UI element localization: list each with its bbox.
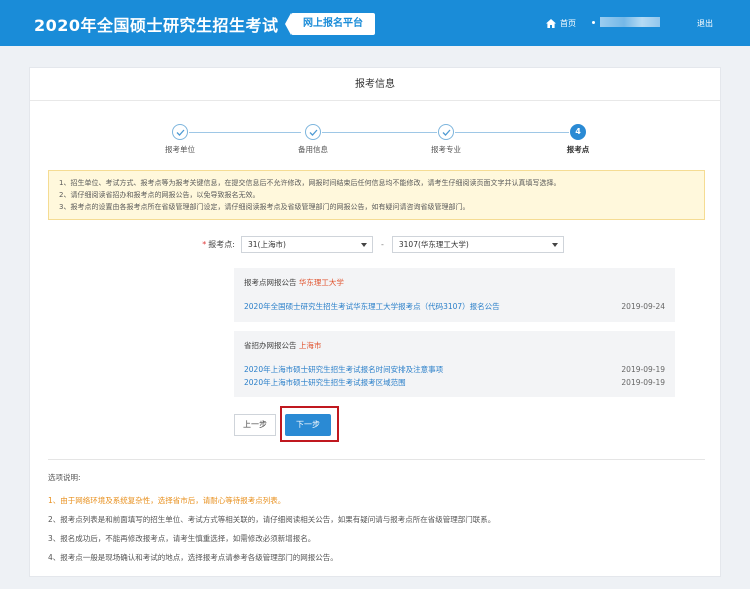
required-mark: * — [202, 240, 207, 249]
note-item: 4、报考点一般是现场确认和考试的地点，选择报考点请参考各级管理部门的网报公告。 — [48, 553, 338, 562]
step-label: 报考点 — [566, 145, 590, 154]
step-label: 报考单位 — [165, 145, 195, 154]
province-select-value: 31(上海市) — [248, 240, 286, 249]
page-title: 报考信息 — [30, 68, 720, 101]
home-icon — [546, 19, 556, 28]
note-item: 1、由于网络环境及系统复杂性，选择省市后，请耐心等待报考点列表。 — [48, 496, 286, 505]
separator: - — [381, 240, 384, 249]
top-header: 2020年全国硕士研究生招生考试 网上报名平台 首页 退出 — [0, 0, 750, 46]
exam-site-form-row: * 报考点: 31(上海市) - 3107(华东理工大学) — [187, 236, 564, 253]
site-announcement-panel: 报考点网报公告 华东理工大学 2020年全国硕士研究生招生考试华东理工大学报考点… — [234, 268, 675, 322]
notes-title: 选项说明: — [48, 473, 81, 482]
notice-line: 1、招生单位、考试方式、报考点等为报考关键信息，在提交信息后不允许修改，网报时间… — [59, 179, 561, 187]
announcement-link[interactable]: 2020年上海市硕士研究生招生考试报名时间安排及注意事项 — [244, 363, 443, 376]
announcement-row: 2020年上海市硕士研究生招生考试报考区域范围 2019-09-19 — [244, 376, 665, 389]
exam-site-select-value: 3107(华东理工大学) — [398, 240, 469, 249]
option-notes: 选项说明: 1、由于网络环境及系统复杂性，选择省市后，请耐心等待报考点列表。 2… — [48, 472, 708, 567]
note-item: 3、报名成功后，不能再修改报考点，请考生慎重选择，如需修改必须新增报名。 — [48, 534, 316, 543]
home-link[interactable]: 首页 — [546, 18, 576, 29]
logout-link[interactable]: 退出 — [697, 18, 713, 29]
announcement-row: 2020年上海市硕士研究生招生考试报名时间安排及注意事项 2019-09-19 — [244, 363, 665, 376]
next-step-button[interactable]: 下一步 — [285, 414, 331, 436]
user-dot-icon — [592, 20, 595, 24]
step-2: 备用信息 — [283, 124, 343, 155]
notice-line: 3、报考点的设置由各报考点所在省级管理部门设定，请仔细阅读报考点及省级管理部门的… — [59, 203, 470, 211]
step-4: 4 报考点 — [548, 124, 608, 155]
announcement-date: 2019-09-24 — [621, 302, 665, 311]
check-icon — [438, 124, 454, 140]
platform-badge: 网上报名平台 — [285, 13, 375, 35]
step-label: 报考专业 — [431, 145, 461, 154]
panel-heading: 省招办网报公告 上海市 — [244, 341, 322, 350]
notice-line: 2、请仔细阅读省招办和报考点的网报公告，以免导致报名无效。 — [59, 191, 260, 199]
province-announcement-panel: 省招办网报公告 上海市 2020年上海市硕士研究生招生考试报名时间安排及注意事项… — [234, 331, 675, 397]
user-info — [592, 17, 660, 27]
user-name-blurred — [600, 17, 660, 27]
progress-stepper: 报考单位 备用信息 报考专业 4 报考点 — [30, 124, 720, 164]
step-number-badge: 4 — [570, 124, 586, 140]
check-icon — [172, 124, 188, 140]
home-label: 首页 — [560, 19, 576, 28]
site-title: 2020年全国硕士研究生招生考试 — [34, 16, 279, 35]
panel-heading: 报考点网报公告 华东理工大学 — [244, 278, 344, 287]
step-1: 报考单位 — [150, 124, 210, 155]
exam-site-select[interactable]: 3107(华东理工大学) — [391, 236, 564, 253]
note-item: 2、报考点列表是和前面填写的招生单位、考试方式等相关联的，请仔细阅读相关公告，如… — [48, 515, 496, 524]
check-icon — [305, 124, 321, 140]
divider — [48, 459, 705, 460]
step-label: 备用信息 — [298, 145, 328, 154]
province-select[interactable]: 31(上海市) — [241, 236, 373, 253]
announcement-date: 2019-09-19 — [621, 378, 665, 387]
chevron-down-icon — [361, 243, 367, 247]
step-3: 报考专业 — [416, 124, 476, 155]
chevron-down-icon — [551, 243, 558, 247]
announcement-link[interactable]: 2020年全国硕士研究生招生考试华东理工大学报考点（代码3107）报名公告 — [244, 300, 500, 313]
announcement-row: 2020年全国硕士研究生招生考试华东理工大学报考点（代码3107）报名公告 20… — [244, 300, 665, 313]
main-card: 报考信息 报考单位 备用信息 报考专业 4 报考点 1、招生单位、考试方式、报考… — [29, 67, 721, 577]
prev-step-button[interactable]: 上一步 — [234, 414, 276, 436]
exam-site-label: * 报考点: — [202, 240, 235, 249]
announcement-link[interactable]: 2020年上海市硕士研究生招生考试报考区域范围 — [244, 376, 406, 389]
notice-box: 1、招生单位、考试方式、报考点等为报考关键信息，在提交信息后不允许修改，网报时间… — [48, 170, 705, 220]
announcement-date: 2019-09-19 — [621, 365, 665, 374]
